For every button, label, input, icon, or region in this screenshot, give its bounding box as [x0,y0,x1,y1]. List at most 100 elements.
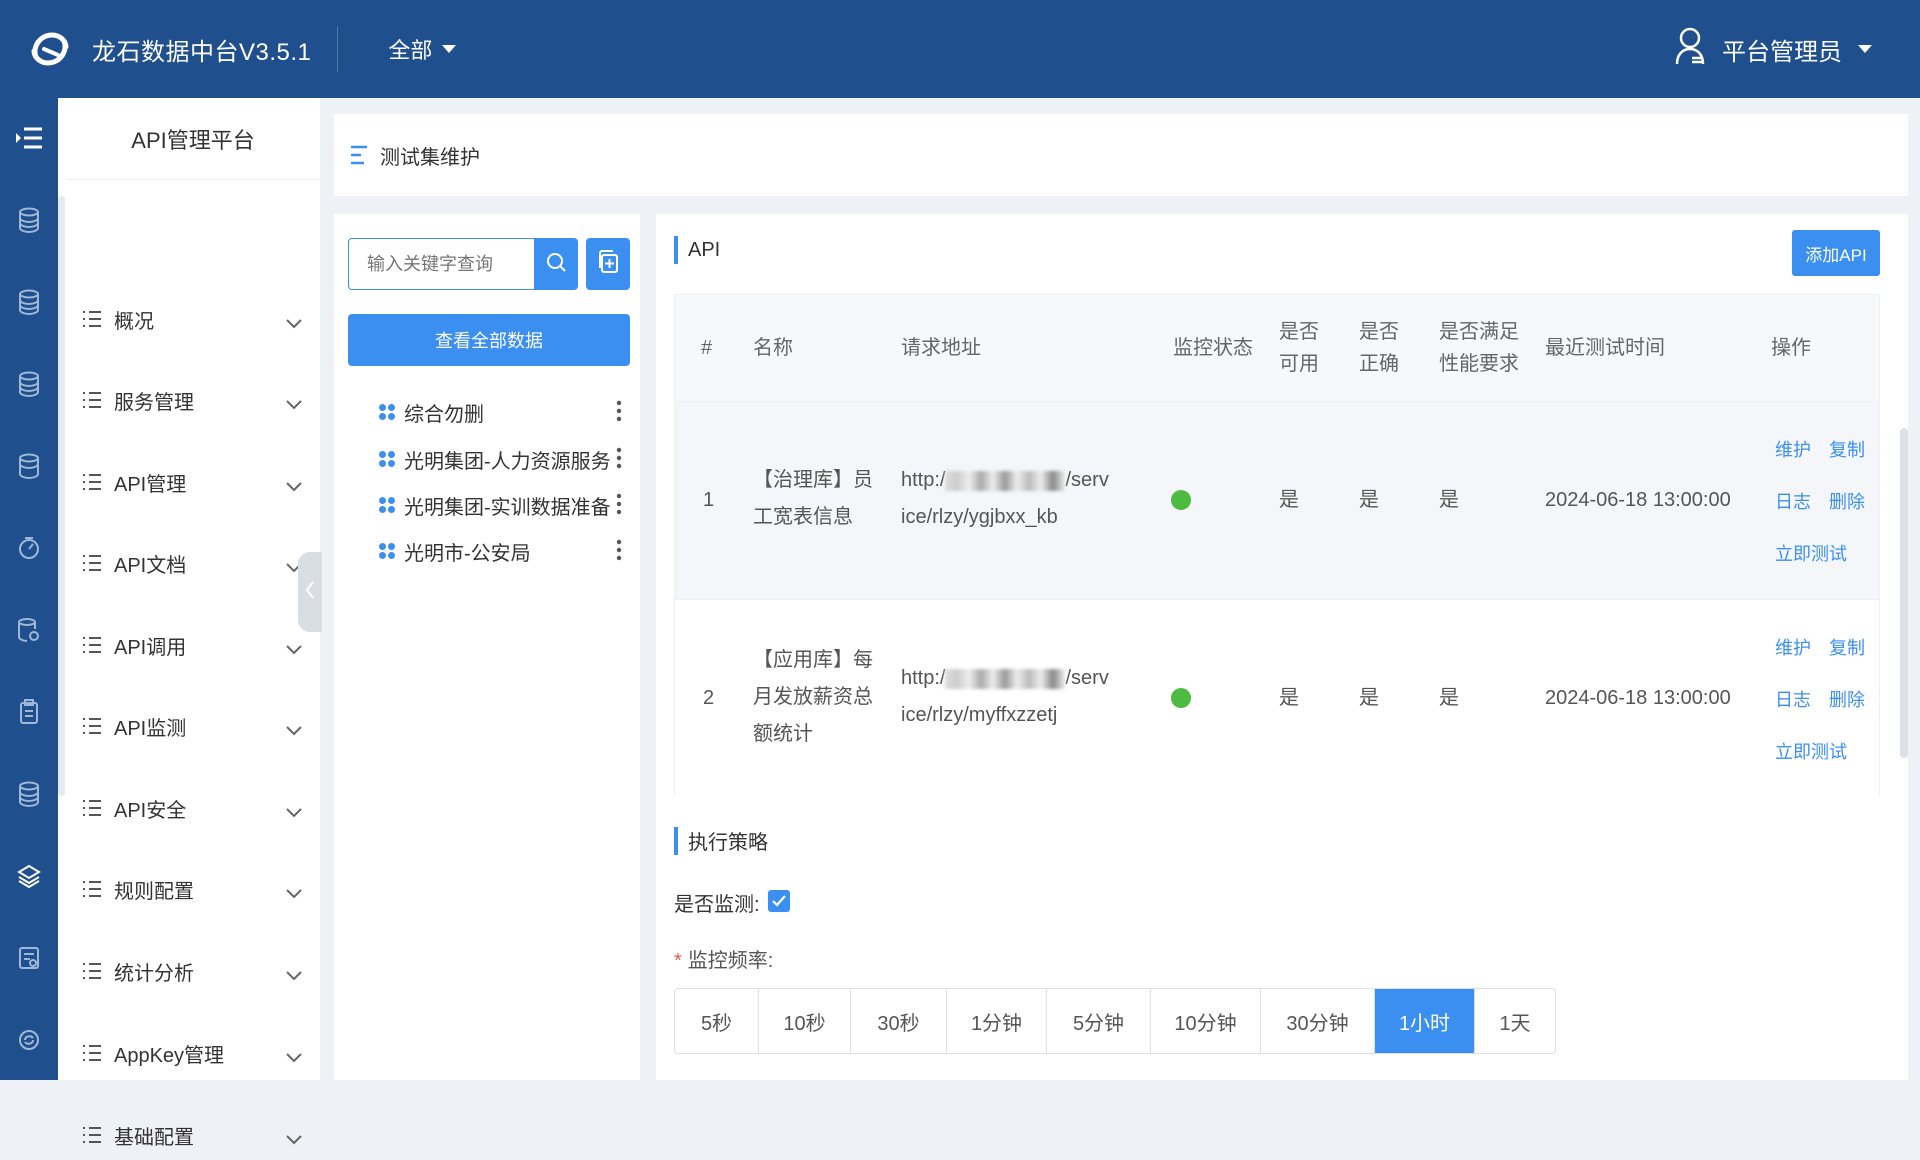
menu-item-api-manage[interactable]: API管理 [82,457,302,507]
search-button[interactable] [534,238,578,290]
menu-item-overview[interactable]: 概况 [82,294,302,344]
row-perf: 是 [1439,687,1459,709]
log-link[interactable]: 日志 [1775,488,1811,514]
menu-item-appkey[interactable]: AppKey管理 [82,1028,302,1078]
menu-item-api-invoke[interactable]: API调用 [82,620,302,670]
scope-dropdown[interactable]: 全部 [388,33,457,65]
row-url-line1: http:/ /serv [901,660,1161,697]
chevron-left-icon [305,580,315,605]
tree-node[interactable]: 综合勿删 [378,392,634,432]
menu-toggle-icon[interactable] [0,118,58,158]
menu-item-api-docs[interactable]: API文档 [82,538,302,588]
col-monitor: 监控状态 [1173,337,1253,359]
monitor-checkbox[interactable] [768,890,790,912]
caret-down-icon [1858,45,1872,53]
menu-item-label: 服务管理 [114,391,194,414]
list-icon [82,1126,104,1144]
more-vertical-icon[interactable] [616,539,622,567]
row-name-line2: 工宽表信息 [753,506,853,528]
logo-icon[interactable] [28,27,72,71]
test-now-link[interactable]: 立即测试 [1775,540,1847,566]
main-scrollbar[interactable] [1900,428,1908,758]
menu-item-rules[interactable]: 规则配置 [82,864,302,914]
chevron-down-icon [286,882,302,905]
freq-option[interactable]: 30秒 [851,989,947,1053]
log-link[interactable]: 日志 [1775,686,1811,712]
freq-option[interactable]: 5秒 [675,989,759,1053]
grid-icon [378,496,396,514]
tree-node-label: 光明集团-实训数据准备 [404,496,611,519]
menu-scrollbar[interactable] [58,196,65,796]
database-icon[interactable] [0,446,58,486]
add-api-button[interactable]: 添加API [1792,230,1880,276]
strategy-section-title: 执行策略 [674,826,768,855]
menu-item-basic-config[interactable]: 基础配置 [82,1110,302,1160]
more-vertical-icon[interactable] [616,447,622,475]
row-name: 【应用库】每 月发放薪资总 额统计 [753,642,873,753]
gauge-icon[interactable] [0,528,58,568]
menu-item-stats[interactable]: 统计分析 [82,946,302,996]
copy-link[interactable]: 复制 [1829,436,1865,462]
freq-option[interactable]: 30分钟 [1261,989,1375,1053]
app-title: 龙石数据中台V3.5.1 [92,38,312,66]
freq-option[interactable]: 10秒 [759,989,851,1053]
row-name-line3: 额统计 [753,723,813,745]
database-icon[interactable] [0,364,58,404]
grid-icon [378,542,396,560]
freq-option-selected[interactable]: 1小时 [1375,989,1475,1053]
list-icon [82,880,104,898]
freq-option[interactable]: 5分钟 [1047,989,1151,1053]
test-now-link[interactable]: 立即测试 [1775,738,1847,764]
more-vertical-icon[interactable] [616,493,622,521]
menu-item-label: API监测 [114,717,187,740]
freq-option[interactable]: 10分钟 [1151,989,1261,1053]
col-perf-line1: 是否满足 [1439,321,1519,343]
chevron-down-icon [286,475,302,498]
delete-link[interactable]: 删除 [1829,686,1865,712]
collapse-menu-button[interactable] [298,552,322,632]
recycle-icon[interactable] [0,1020,58,1060]
more-vertical-icon[interactable] [616,400,622,428]
clipboard-icon[interactable] [0,692,58,732]
chevron-down-icon [286,964,302,987]
check-icon [772,891,786,912]
menu-item-api-monitor[interactable]: API监测 [82,701,302,751]
list-icon [82,799,104,817]
tree-node[interactable]: 光明市-公安局 [378,531,634,571]
layers-icon[interactable] [0,856,58,896]
col-url: 请求地址 [901,337,981,359]
freq-option[interactable]: 1分钟 [947,989,1047,1053]
tree-node[interactable]: 光明集团-实训数据准备 [378,485,634,525]
tree-node[interactable]: 光明集团-人力资源服务 [378,439,634,479]
maintain-link[interactable]: 维护 [1775,436,1811,462]
database-icon[interactable] [0,200,58,240]
freq-option[interactable]: 1天 [1475,989,1555,1053]
menu-item-label: 规则配置 [114,880,194,903]
database-icon[interactable] [0,774,58,814]
menu-item-service[interactable]: 服务管理 [82,375,302,425]
col-name: 名称 [753,337,793,359]
url-prefix: http:/ [901,667,946,689]
row-url-line1: http:/ /serv [901,462,1161,499]
search-input[interactable] [348,238,536,290]
copy-link[interactable]: 复制 [1829,634,1865,660]
menu-item-api-security[interactable]: API安全 [82,783,302,833]
database-settings-icon[interactable] [0,610,58,650]
view-all-button[interactable]: 查看全部数据 [348,314,630,366]
list-icon [82,962,104,980]
user-menu[interactable]: 平台管理员 [1674,0,1872,98]
icon-rail [0,98,58,1080]
maintain-link[interactable]: 维护 [1775,634,1811,660]
add-copy-icon [597,249,619,279]
header-divider [337,26,339,72]
tree-node-label: 光明市-公安局 [404,542,531,565]
row-correct: 是 [1359,489,1379,511]
table-header: # 名称 请求地址 监控状态 是否 可用 是否 正确 是否满足 性能要求 最近测… [675,295,1879,401]
add-test-set-button[interactable] [586,238,630,290]
report-icon[interactable] [0,938,58,978]
row-url: http:/ /serv ice/rlzy/ygjbxx_kb [901,462,1161,536]
delete-link[interactable]: 删除 [1829,488,1865,514]
database-icon[interactable] [0,282,58,322]
row-index: 2 [703,687,715,709]
col-available-line1: 是否 [1279,321,1319,343]
